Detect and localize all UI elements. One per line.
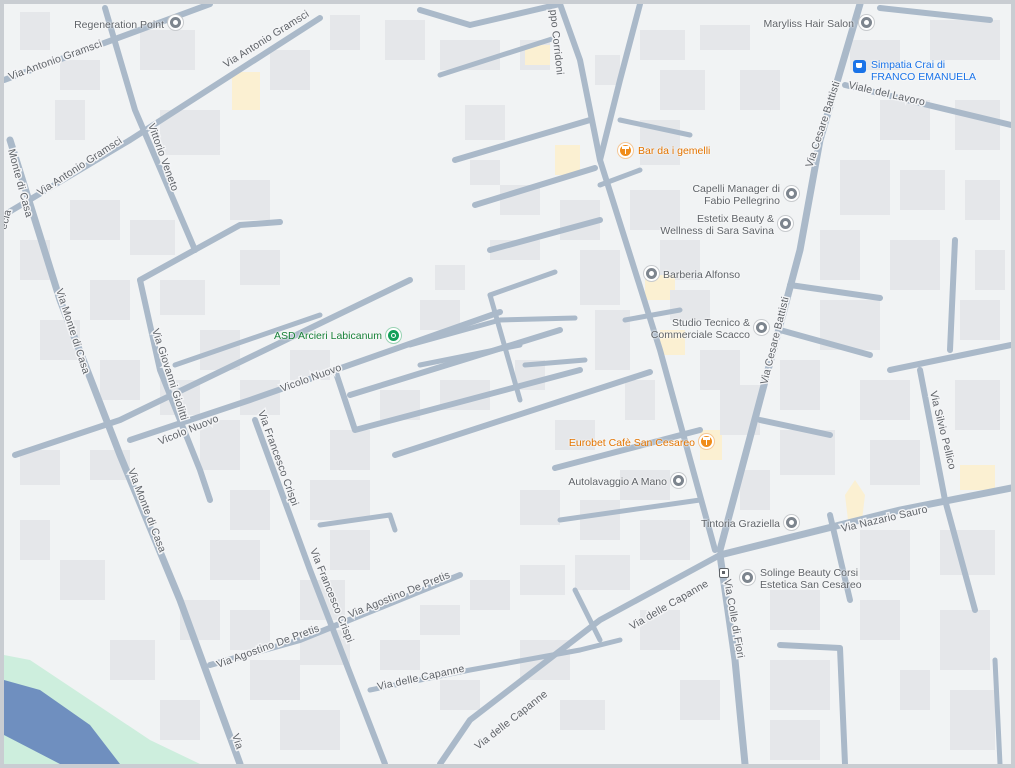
place-pin-icon[interactable] [168,15,183,30]
street-label: Via Antonio Gramsci [35,135,124,199]
bus-stop-icon[interactable] [719,568,729,578]
place-label-estetix-beauty[interactable]: Estetix Beauty & Wellness di Sara Savina [644,213,774,237]
place-label-eurobet-cafe[interactable]: Eurobet Cafè San Cesareo [549,437,695,449]
roads [4,4,1011,764]
place-label-simpatia-crai[interactable]: Simpatia Crai di FRANCO EMANUELA [871,59,976,83]
street-label: ecia [4,208,14,230]
place-pin-icon[interactable] [754,320,769,335]
place-label-regeneration-point[interactable]: Regeneration Point [64,19,164,31]
street-label: Via Cesare Battisti [803,80,842,169]
place-pin-icon[interactable] [740,570,755,585]
place-pin-icon[interactable] [644,266,659,281]
place-label-barberia-alfonso[interactable]: Barberia Alfonso [663,269,740,281]
place-label-bar-da-i-gemelli[interactable]: Bar da i gemelli [638,145,710,157]
place-pin-icon[interactable] [784,515,799,530]
place-pin-icon[interactable] [784,186,799,201]
place-pin-icon[interactable] [859,15,874,30]
street-label: Via Monte di Casa [125,467,168,554]
place-label-maryliss-hair-salon[interactable]: Maryliss Hair Salon [744,18,854,30]
place-pin-icon[interactable] [671,473,686,488]
place-label-asd-arcieri[interactable]: ASD Arcieri Labicanum [254,330,382,342]
place-pin-icon[interactable] [778,216,793,231]
shopping-cart-icon[interactable] [853,60,866,73]
map-frame: Via Antonio Gramsci Via Antonio Gramsci … [0,0,1015,768]
place-label-autolavaggio[interactable]: Autolavaggio A Mano [544,476,667,488]
drink-icon[interactable] [618,143,633,158]
archery-icon[interactable] [386,328,401,343]
map-canvas[interactable]: Via Antonio Gramsci Via Antonio Gramsci … [4,4,1011,764]
place-label-capelli-manager[interactable]: Capelli Manager di Fabio Pellegrino [664,183,780,207]
drink-icon[interactable] [699,434,714,449]
place-label-solinge-beauty[interactable]: Solinge Beauty Corsi Estetica San Cesareo [760,567,862,591]
place-label-tintoria-graziella[interactable]: Tintoria Graziella [664,518,780,530]
street-label: Via delle Capanne [472,688,550,752]
place-label-studio-tecnico[interactable]: Studio Tecnico & Commerciale Scacco [634,317,750,341]
street-label: Via Colle di Fiori [721,578,747,659]
